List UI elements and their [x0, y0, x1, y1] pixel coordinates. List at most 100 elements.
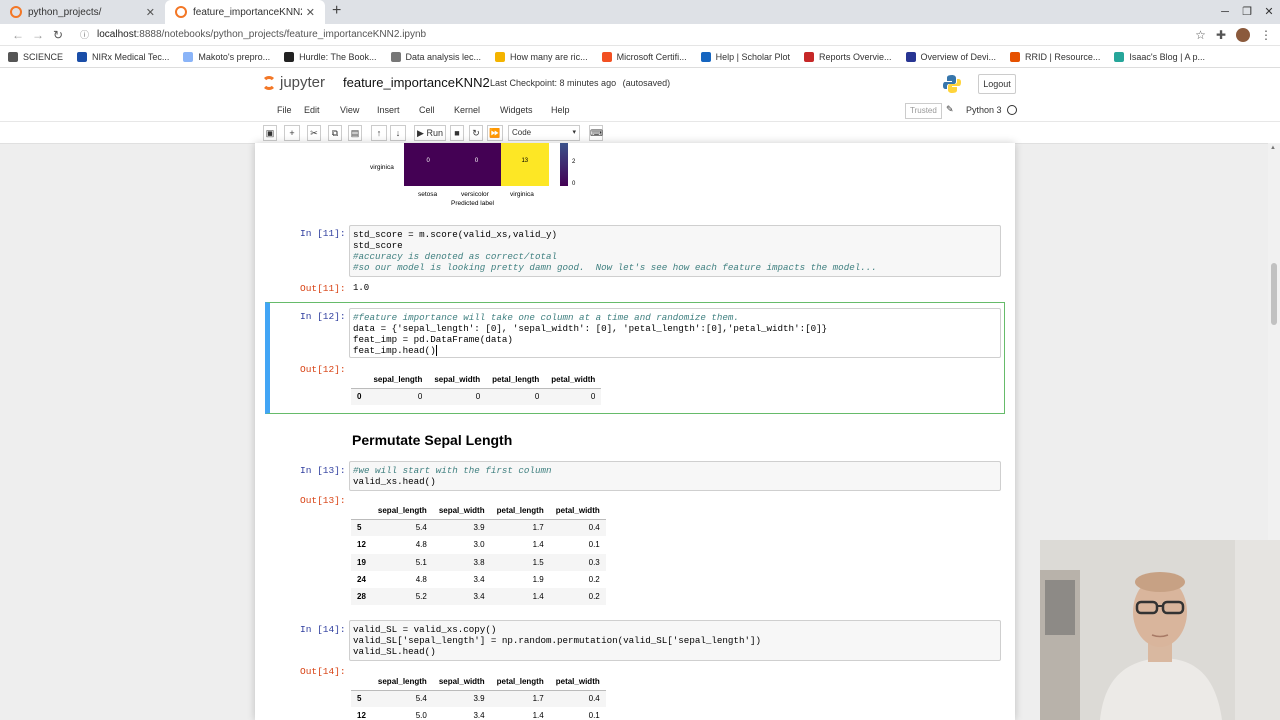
- table-row: 5 5.4 3.9 1.7 0.4: [351, 519, 606, 537]
- kernel-name[interactable]: Python 3: [966, 105, 1002, 115]
- bookmark-item[interactable]: Overview of Devi...: [905, 51, 996, 62]
- menu-view[interactable]: View: [340, 105, 359, 115]
- restart-run-all-icon[interactable]: ⏩: [487, 125, 503, 141]
- move-cell-down-icon[interactable]: ↓: [390, 125, 406, 141]
- back-icon[interactable]: ←: [8, 28, 28, 42]
- close-tab-icon[interactable]: ✕: [306, 6, 315, 19]
- table-row: 19 5.1 3.8 1.5 0.3: [351, 553, 606, 571]
- code-cell-12[interactable]: #feature importance will take one column…: [349, 308, 1001, 358]
- bookmark-item[interactable]: Makoto's prepro...: [183, 51, 270, 62]
- close-window-icon[interactable]: ✕: [1258, 0, 1280, 24]
- notebook-name[interactable]: feature_importanceKNN2: [343, 75, 490, 90]
- colorbar-tick: 2: [572, 159, 576, 165]
- input-prompt: In [14]:: [300, 624, 346, 635]
- tab-title: feature_importanceKNN2 - Ju: [193, 6, 302, 18]
- restore-icon[interactable]: ❐: [1236, 0, 1258, 24]
- address-bar-row: ← → ↻ ⓘ localhost:8888/notebooks/python_…: [0, 24, 1280, 46]
- column-header: sepal_length: [371, 502, 433, 520]
- x-axis-label: Predicted label: [451, 200, 494, 207]
- command-palette-icon[interactable]: ⌨: [589, 125, 603, 141]
- trusted-indicator[interactable]: Trusted: [905, 103, 942, 119]
- browser-tab-feature-importance[interactable]: feature_importanceKNN2 - Ju ✕: [165, 0, 325, 24]
- menu-insert[interactable]: Insert: [377, 105, 400, 115]
- jupyter-header: jupyter feature_importanceKNN2 Last Chec…: [0, 68, 1280, 100]
- new-tab-icon[interactable]: +: [332, 2, 341, 20]
- bookmark-label: Reports Overvie...: [818, 51, 892, 62]
- code-cell-13[interactable]: #we will start with the first column val…: [349, 461, 1001, 491]
- column-header: sepal_length: [371, 673, 433, 691]
- bookmark-item[interactable]: Help | Scholar Plot: [700, 51, 790, 62]
- matrix-row-label: virginica: [370, 164, 394, 171]
- restart-kernel-icon[interactable]: ↻: [469, 125, 483, 141]
- interrupt-kernel-icon[interactable]: ■: [450, 125, 464, 141]
- cut-cells-icon[interactable]: ✂: [307, 125, 321, 141]
- table-cell: 3.4: [473, 575, 485, 585]
- logout-button[interactable]: Logout: [978, 74, 1016, 94]
- menu-cell[interactable]: Cell: [419, 105, 435, 115]
- jupyter-logo[interactable]: jupyter: [262, 74, 325, 91]
- dataframe-output-12: sepal_length sepal_width petal_length petal…: [351, 371, 602, 406]
- scrollbar-thumb[interactable]: [1271, 263, 1277, 325]
- bookmark-item[interactable]: How many are ric...: [495, 51, 588, 62]
- url-field[interactable]: ⓘ localhost:8888/notebooks/python_projec…: [80, 28, 1195, 41]
- code-cell-14[interactable]: valid_SL = valid_xs.copy() valid_SL['sep…: [349, 620, 1001, 661]
- bookmark-item[interactable]: RRID | Resource...: [1010, 51, 1100, 62]
- matrix-cell: 13: [500, 143, 549, 186]
- bookmark-favicon-icon: [284, 51, 295, 62]
- cell-type-value: Code: [512, 128, 532, 137]
- insert-cell-below-icon[interactable]: +: [284, 125, 300, 141]
- paste-cells-icon[interactable]: ▤: [348, 125, 362, 141]
- code-comment: #accuracy is denoted as correct/total: [353, 251, 557, 262]
- menu-file[interactable]: File: [277, 105, 292, 115]
- save-icon[interactable]: ▣: [263, 125, 277, 141]
- forward-icon[interactable]: →: [28, 28, 48, 42]
- move-cell-up-icon[interactable]: ↑: [371, 125, 387, 141]
- x-tick-label: setosa: [418, 191, 438, 198]
- profile-avatar[interactable]: [1236, 27, 1250, 42]
- browser-tab-python-projects[interactable]: python_projects/ ✕: [0, 0, 165, 24]
- menu-kernel[interactable]: Kernel: [454, 105, 480, 115]
- close-tab-icon[interactable]: ✕: [146, 6, 155, 19]
- code-cell-11[interactable]: std_score = m.score(valid_xs,valid_y) st…: [349, 225, 1001, 277]
- code-line: data = {'sepal_length': [0], 'sepal_widt…: [353, 323, 828, 334]
- row-index: 28: [351, 588, 372, 606]
- extensions-icon[interactable]: ✚: [1216, 28, 1226, 42]
- bookmark-item[interactable]: Reports Overvie...: [803, 51, 892, 62]
- jupyter-logo-icon: [262, 75, 276, 90]
- autosave-text: (autosaved): [622, 78, 671, 88]
- matrix-cell: 0: [452, 143, 501, 186]
- column-header: sepal_length: [367, 371, 429, 389]
- run-label: Run: [426, 128, 443, 138]
- bookmark-item[interactable]: NIRx Medical Tec...: [77, 51, 169, 62]
- code-comment: #so our model is looking pretty damn goo…: [353, 262, 877, 273]
- scroll-up-icon[interactable]: ▲: [1270, 145, 1276, 151]
- copy-cells-icon[interactable]: ⧉: [328, 125, 342, 141]
- table-cell: 5.0: [415, 711, 427, 720]
- run-button[interactable]: ▶ Run: [414, 125, 446, 141]
- site-info-icon[interactable]: ⓘ: [80, 28, 89, 41]
- column-header: sepal_width: [432, 673, 491, 691]
- bookmark-star-icon[interactable]: ☆: [1195, 28, 1206, 42]
- bookmark-item[interactable]: SCIENCE: [8, 51, 63, 62]
- column-header: sepal_width: [428, 371, 487, 389]
- minimize-icon[interactable]: ─: [1214, 0, 1236, 24]
- code-line: feat_imp = pd.DataFrame(data): [353, 334, 513, 345]
- chevron-down-icon: ▾: [572, 129, 576, 136]
- menu-widgets[interactable]: Widgets: [500, 105, 533, 115]
- bookmark-item[interactable]: Isaac's Blog | A p...: [1114, 51, 1205, 62]
- bookmark-label: Microsoft Certifi...: [616, 51, 687, 62]
- table-cell: 3.4: [473, 711, 485, 720]
- notebook-menubar: Trusted ✎ Python 3 File Edit View Insert Cel…: [0, 100, 1280, 122]
- bookmark-item[interactable]: Microsoft Certifi...: [601, 51, 687, 62]
- index-header: [351, 502, 372, 520]
- browser-menu-icon[interactable]: ⋮: [1260, 28, 1272, 42]
- bookmark-favicon-icon: [803, 51, 814, 62]
- reload-icon[interactable]: ↻: [48, 28, 68, 42]
- bookmark-item[interactable]: Data analysis lec...: [390, 51, 481, 62]
- menu-edit[interactable]: Edit: [304, 105, 320, 115]
- input-prompt: In [13]:: [300, 465, 346, 476]
- cell-type-select[interactable]: Code ▾: [508, 125, 580, 141]
- bookmark-item[interactable]: Hurdle: The Book...: [284, 51, 377, 62]
- colorbar-tick: 0: [572, 181, 576, 187]
- menu-help[interactable]: Help: [551, 105, 570, 115]
